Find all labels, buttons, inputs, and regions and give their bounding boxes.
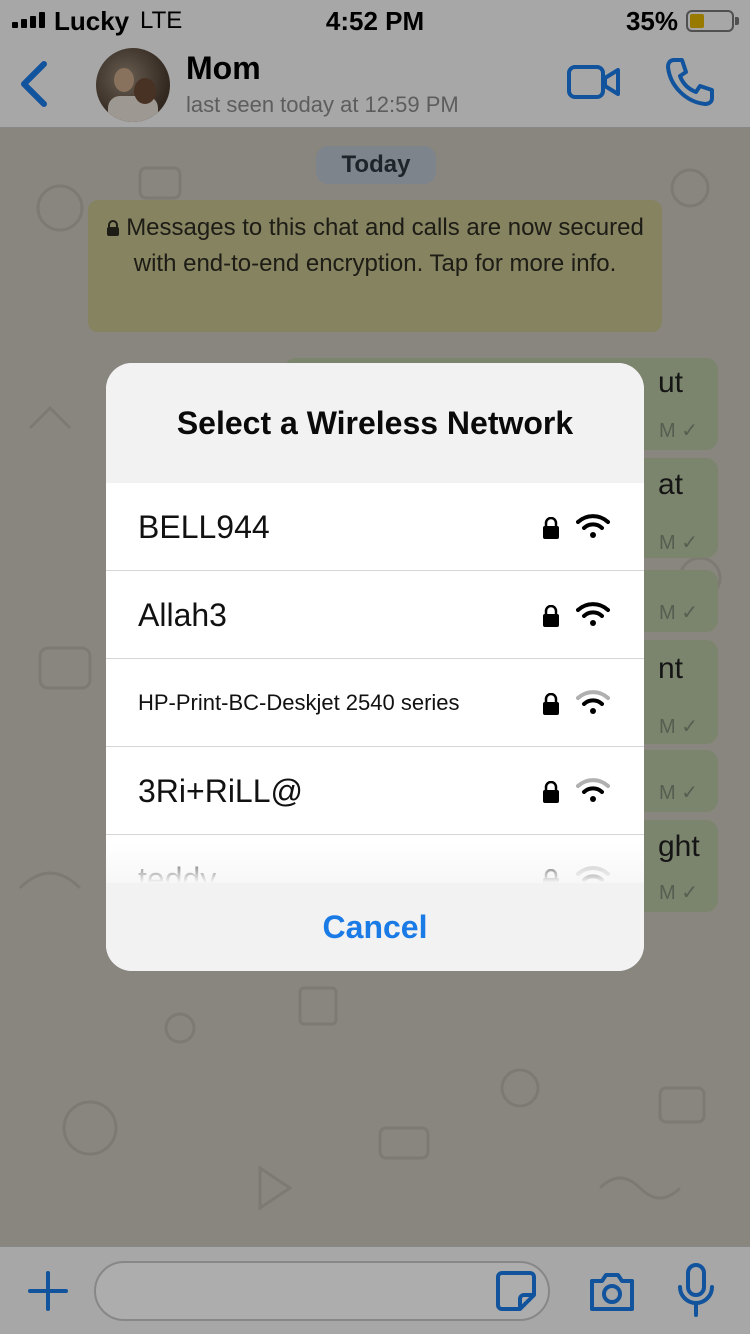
lock-icon xyxy=(543,693,559,715)
lock-icon xyxy=(543,605,559,627)
network-list[interactable]: BELL944 Allah3 HP-Print-BC-Deskjet 2540 … xyxy=(106,483,644,883)
wireless-network-dialog: Select a Wireless Network BELL944 Allah3… xyxy=(106,363,644,971)
network-row[interactable]: 3Ri+RiLL@ xyxy=(106,747,644,835)
network-row[interactable]: BELL944 xyxy=(106,483,644,571)
network-name: 3Ri+RiLL@ xyxy=(138,773,303,809)
cancel-button[interactable]: Cancel xyxy=(106,883,644,971)
network-row[interactable]: Allah3 xyxy=(106,571,644,659)
dialog-title: Select a Wireless Network xyxy=(106,363,644,483)
lock-icon xyxy=(543,781,559,803)
network-name: HP-Print-BC-Deskjet 2540 series xyxy=(138,690,460,715)
wifi-signal-icon xyxy=(576,602,610,626)
lock-icon xyxy=(543,517,559,539)
wifi-signal-icon xyxy=(576,514,610,538)
network-name: Allah3 xyxy=(138,597,227,633)
network-name: BELL944 xyxy=(138,509,270,545)
wifi-signal-icon xyxy=(576,778,610,802)
list-fade xyxy=(106,843,644,883)
wifi-signal-icon xyxy=(576,690,610,714)
network-row[interactable]: HP-Print-BC-Deskjet 2540 series xyxy=(106,659,644,747)
